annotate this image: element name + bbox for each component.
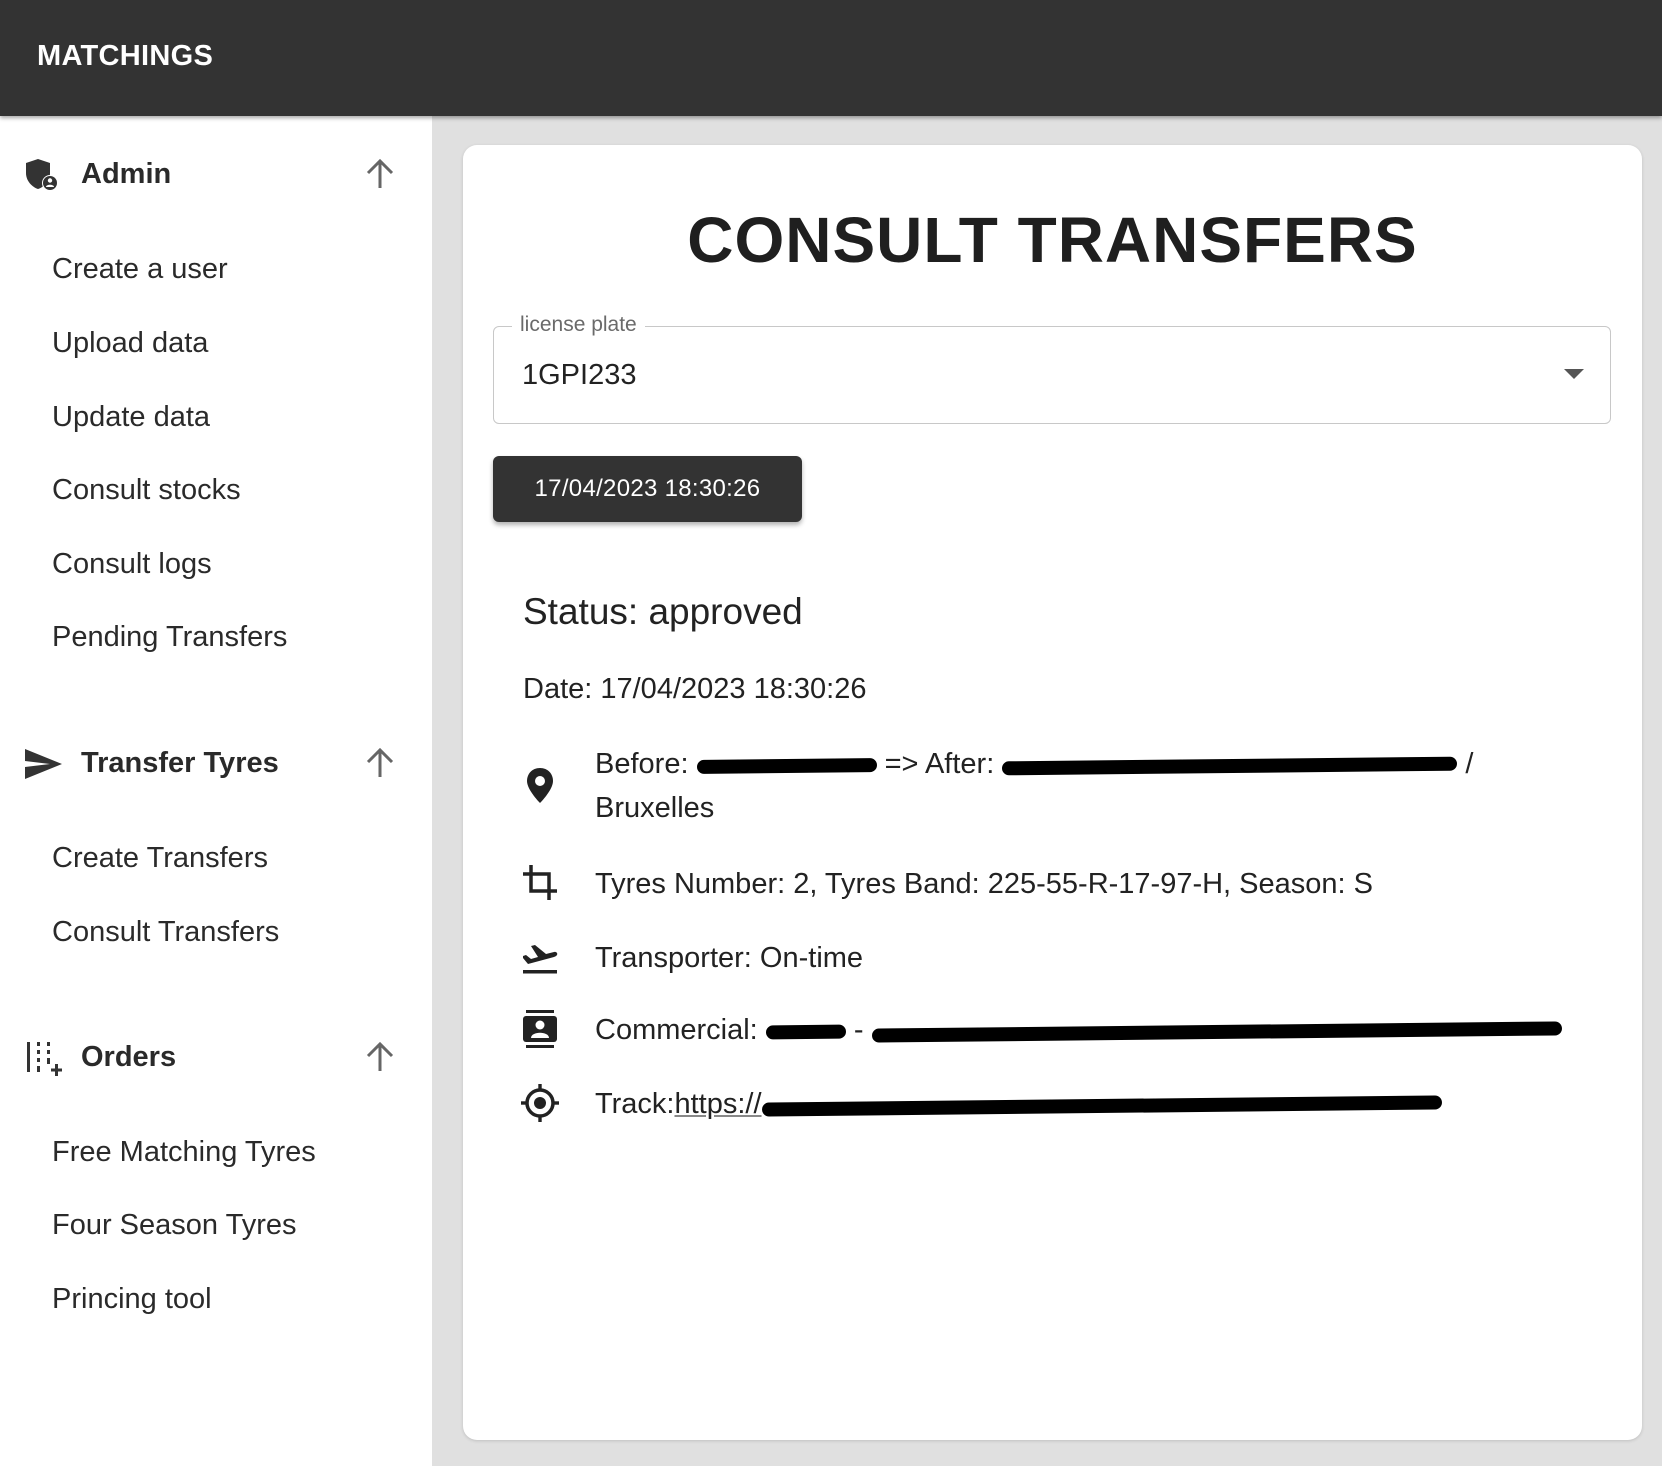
track-prefix: Track: <box>595 1088 675 1120</box>
flight-takeoff-icon <box>523 945 558 974</box>
redacted-before <box>697 750 877 780</box>
redacted-commercial-2 <box>872 1016 1562 1046</box>
track-link[interactable]: https:// <box>674 1088 1441 1120</box>
redacted-commercial-1 <box>766 1016 846 1046</box>
sidebar-item-update-data[interactable]: Update data <box>52 401 210 434</box>
sidebar-item-create-user[interactable]: Create a user <box>52 253 228 286</box>
page-title: CONSULT TRANSFERS <box>687 204 1418 276</box>
sidebar: Admin Create a user Upload data Update d… <box>0 116 432 1466</box>
sidebar-item-consult-stocks[interactable]: Consult stocks <box>52 474 241 507</box>
location-line2: Bruxelles <box>595 792 715 824</box>
sidebar-section-label: Transfer Tyres <box>81 747 279 779</box>
sidebar-item-consult-transfers[interactable]: Consult Transfers <box>52 916 279 949</box>
arrow-up-icon[interactable] <box>362 156 398 192</box>
license-plate-label: license plate <box>512 313 645 337</box>
arrow-up-icon[interactable] <box>362 745 398 781</box>
before-prefix: Before: <box>595 748 689 780</box>
location-text: Before: => After: / Bruxelles <box>595 742 1473 830</box>
gps-target-icon <box>521 1084 559 1122</box>
license-plate-value: 1GPI233 <box>522 359 637 391</box>
status-text: Status: approved <box>523 591 803 632</box>
transfer-card: CONSULT TRANSFERS license plate 1GPI233 … <box>463 145 1642 1440</box>
send-icon <box>25 749 62 779</box>
sidebar-item-create-transfers[interactable]: Create Transfers <box>52 842 268 875</box>
sidebar-section-label: Admin <box>81 158 172 190</box>
sidebar-section-transfer-tyres[interactable]: Transfer Tyres <box>0 733 432 793</box>
commercial-prefix: Commercial: <box>595 1014 758 1046</box>
after-suffix: / <box>1465 748 1474 780</box>
sidebar-item-pending-transfers[interactable]: Pending Transfers <box>52 621 287 654</box>
redacted-track-link <box>762 1090 1442 1120</box>
app-bar: MATCHINGS <box>0 0 1662 116</box>
commercial-text: Commercial: - <box>595 1008 1562 1052</box>
arrow-up-icon[interactable] <box>362 1039 398 1075</box>
commercial-separator: - <box>853 1014 864 1046</box>
track-text: Track:https:// <box>595 1082 1442 1126</box>
sidebar-item-upload-data[interactable]: Upload data <box>52 327 208 360</box>
sidebar-item-consult-logs[interactable]: Consult logs <box>52 548 212 581</box>
transporter-text: Transporter: On-time <box>595 942 864 974</box>
sidebar-section-label: Orders <box>81 1041 177 1073</box>
sidebar-section-orders[interactable]: Orders <box>0 1027 432 1087</box>
sidebar-item-pricing-tool[interactable]: Princing tool <box>52 1283 212 1316</box>
tyres-text: Tyres Number: 2, Tyres Band: 225-55-R-17… <box>595 868 1373 900</box>
app-title: MATCHINGS <box>37 40 214 72</box>
column-add-icon <box>27 1042 62 1076</box>
after-prefix: => After: <box>884 748 995 780</box>
location-pin-icon <box>527 768 553 803</box>
contact-card-icon <box>523 1010 557 1048</box>
crop-icon <box>523 865 557 900</box>
shield-user-icon <box>26 159 58 191</box>
sidebar-section-admin[interactable]: Admin <box>0 144 432 204</box>
license-plate-select[interactable]: license plate 1GPI233 <box>493 313 1611 424</box>
date-text: Date: 17/04/2023 18:30:26 <box>523 673 867 705</box>
sidebar-item-free-matching-tyres[interactable]: Free Matching Tyres <box>52 1136 316 1169</box>
caret-down-icon[interactable] <box>1564 369 1584 379</box>
redacted-after <box>1002 750 1457 780</box>
transfer-date-button[interactable]: 17/04/2023 18:30:26 <box>493 456 802 522</box>
sidebar-item-four-season-tyres[interactable]: Four Season Tyres <box>52 1209 296 1242</box>
track-link-visible: https:// <box>674 1088 762 1120</box>
